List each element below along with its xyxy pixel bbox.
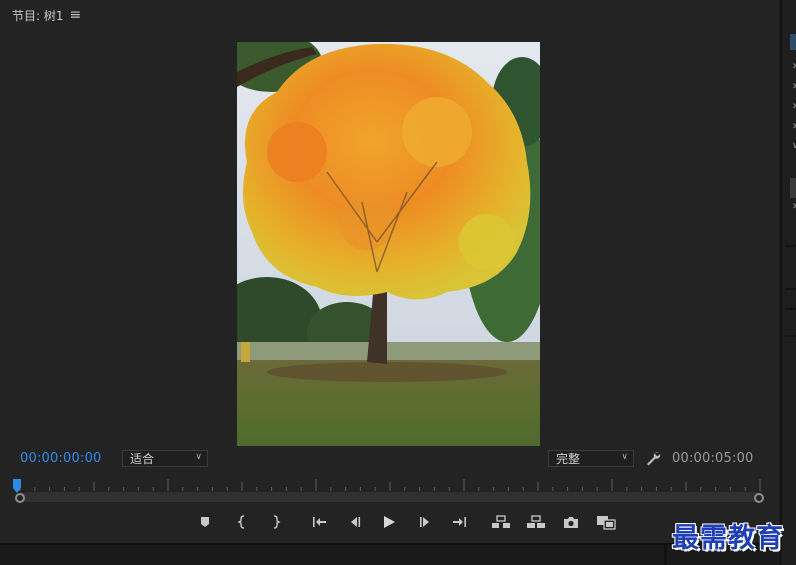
mark-out-button[interactable] [264, 512, 286, 532]
go-to-in-button[interactable] [309, 512, 331, 532]
step-forward-icon [420, 517, 429, 527]
panel-divider [785, 245, 796, 247]
go-to-out-button[interactable] [448, 512, 470, 532]
extract-icon [527, 515, 545, 528]
play-icon [384, 516, 395, 528]
camera-icon [564, 516, 578, 528]
program-monitor-panel: 节目: 树1 ≡ 00:00:00:00 适合 ∨ 完整 ∨ 00:00:05:… [0, 0, 779, 543]
lift-icon [492, 515, 510, 528]
scrubber-track[interactable] [20, 492, 760, 502]
current-timecode[interactable]: 00:00:00:00 [20, 451, 102, 466]
panel-tab[interactable]: 节目: 树1 ≡ [12, 5, 81, 25]
panel-divider [785, 335, 796, 337]
mark-in-icon [237, 515, 245, 529]
panel-tab-label: 节目: 树1 [12, 8, 64, 23]
step-back-button[interactable] [344, 512, 366, 532]
panel-divider [785, 308, 796, 310]
chevron-down-icon: ∨ [195, 452, 202, 462]
chevron-down-icon[interactable]: ∨ [792, 141, 796, 151]
wrench-icon[interactable] [645, 450, 661, 466]
step-forward-button[interactable] [414, 512, 436, 532]
close-icon[interactable]: ✕ [792, 102, 796, 112]
playback-resolution-value: 完整 [556, 452, 581, 466]
collapsed-control[interactable] [790, 178, 796, 198]
go-to-out-icon [453, 517, 466, 527]
marker-icon [201, 517, 209, 527]
comparison-view-button[interactable] [595, 512, 617, 532]
duration-timecode: 00:00:05:00 [672, 451, 754, 466]
close-icon[interactable]: ✕ [792, 202, 796, 212]
panel-tab-indicator[interactable] [790, 34, 796, 50]
close-icon[interactable]: ✕ [792, 82, 796, 92]
mark-out-icon [273, 515, 281, 529]
hamburger-menu-icon[interactable]: ≡ [70, 7, 82, 23]
compare-icon [597, 515, 616, 530]
panel-divider[interactable] [664, 545, 667, 565]
close-icon[interactable]: ✕ [792, 62, 796, 72]
export-frame-button[interactable] [560, 512, 582, 532]
timeline-panel-edge [0, 543, 779, 565]
add-marker-button[interactable] [194, 512, 216, 532]
panel-divider [785, 288, 796, 290]
go-to-in-icon [313, 517, 326, 527]
step-back-icon [351, 517, 361, 527]
chevron-down-icon: ∨ [621, 452, 628, 462]
zoom-level-value: 适合 [130, 452, 155, 466]
scrubber-end-handle[interactable] [754, 493, 764, 503]
time-ruler[interactable] [18, 476, 762, 492]
playhead[interactable] [13, 479, 21, 493]
effect-controls-panel-edge: ✕ ✕ ✕ ✕ ∨ ✕ [779, 0, 796, 565]
zoom-level-dropdown[interactable]: 适合 ∨ [122, 450, 208, 467]
video-preview[interactable] [237, 42, 540, 446]
scrubber-start-handle[interactable] [15, 493, 25, 503]
playback-resolution-dropdown[interactable]: 完整 ∨ [548, 450, 634, 467]
watermark-logo: 最需教育 [672, 523, 784, 554]
lift-button[interactable] [490, 512, 512, 532]
play-button[interactable] [378, 512, 400, 532]
close-icon[interactable]: ✕ [792, 122, 796, 132]
extract-button[interactable] [525, 512, 547, 532]
mark-in-button[interactable] [232, 512, 254, 532]
